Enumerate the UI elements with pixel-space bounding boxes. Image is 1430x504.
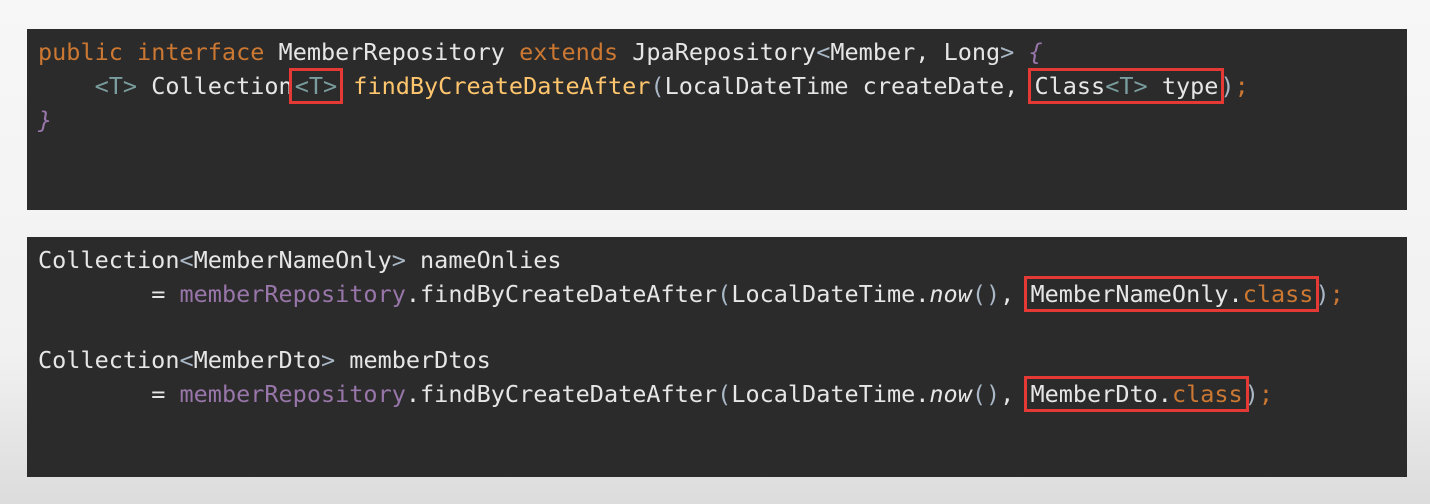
arg2-dot: . — [1228, 280, 1243, 308]
code-panel-repository-interface: public interface MemberRepository extend… — [27, 29, 1407, 210]
decl-close-angle: > — [320, 346, 336, 374]
arg1-dot: . — [915, 380, 930, 408]
code-panel-usage-examples: Collection<MemberNameOnly> nameOnlies = … — [27, 237, 1407, 477]
keyword-public: public — [38, 38, 123, 66]
decl-variable: memberDtos — [349, 346, 491, 374]
code-line-memberdtos-assignment: = memberRepository.findByCreateDateAfter… — [38, 376, 1407, 412]
repository-field: memberRepository — [179, 280, 406, 308]
method-name: findByCreateDateAfter — [353, 72, 651, 100]
arg2-class-keyword: class — [1242, 280, 1314, 308]
decl-close-angle: > — [391, 246, 406, 274]
decl-open-angle: < — [179, 346, 194, 374]
keyword-interface: interface — [137, 38, 265, 66]
generic-open-angle: < — [816, 38, 831, 66]
code-line-close-brace: } — [38, 103, 1407, 137]
highlighted-return-type-parameter: <T> — [288, 68, 344, 104]
generic-arg-long: Long — [943, 38, 1001, 66]
open-paren: ( — [717, 380, 732, 408]
super-interface-name: JpaRepository — [632, 38, 817, 66]
semicolon: ; — [1329, 280, 1344, 308]
equals-sign: = — [151, 380, 166, 408]
arg1-class: LocalDateTime — [731, 380, 916, 408]
arg-comma: , — [1000, 280, 1029, 308]
highlighted-class-literal: MemberDto.class — [1024, 376, 1249, 412]
arg2-class: MemberNameOnly — [1030, 280, 1229, 308]
param1-type: LocalDateTime — [664, 72, 849, 100]
decl-type: Collection — [38, 246, 180, 274]
arg2-dot: . — [1157, 380, 1172, 408]
arg-comma: , — [1000, 380, 1029, 408]
repository-field: memberRepository — [179, 380, 406, 408]
decl-type: Collection — [38, 346, 180, 374]
decl-variable: nameOnlies — [420, 246, 562, 274]
member-dot: . — [405, 280, 421, 308]
close-paren: ) — [1220, 72, 1235, 100]
generic-arg-member: Member — [830, 38, 916, 66]
call-method-name: findByCreateDateAfter — [420, 280, 718, 308]
code-line-nameonlies-assignment: = memberRepository.findByCreateDateAfter… — [38, 276, 1407, 312]
decl-open-angle: < — [179, 246, 194, 274]
equals-sign: = — [151, 280, 166, 308]
semicolon: ; — [1258, 380, 1274, 408]
highlighted-class-parameter: Class<T> type — [1028, 68, 1225, 104]
arg1-parens: () — [971, 380, 1001, 408]
param2-name: type — [1161, 72, 1219, 100]
code-line-interface-declaration: public interface MemberRepository extend… — [38, 35, 1407, 69]
open-paren: ( — [717, 280, 732, 308]
open-paren: ( — [650, 72, 665, 100]
open-brace: { — [1028, 38, 1043, 66]
param2-type-parameter: <T> — [1105, 72, 1148, 100]
arg1-parens: () — [971, 280, 1001, 308]
code-line-method-signature: <T> Collection<T> findByCreateDateAfter(… — [38, 68, 1407, 104]
highlighted-class-literal: MemberNameOnly.class — [1024, 276, 1320, 312]
interface-name: MemberRepository — [278, 38, 505, 66]
type-parameter-declaration: <T> — [94, 72, 138, 100]
call-method-name: findByCreateDateAfter — [420, 380, 718, 408]
close-paren: ) — [1244, 380, 1259, 408]
code-line-memberdtos-declaration: Collection<MemberDto> memberDtos — [38, 343, 1407, 377]
generic-comma: , — [915, 38, 944, 66]
close-brace: } — [38, 106, 53, 134]
semicolon: ; — [1234, 72, 1249, 100]
member-dot: . — [405, 380, 421, 408]
code-line-nameonlies-declaration: Collection<MemberNameOnly> nameOnlies — [38, 243, 1407, 277]
param2-type: Class — [1034, 72, 1106, 100]
return-type-collection: Collection — [151, 72, 293, 100]
generic-close-angle: > — [1000, 38, 1015, 66]
decl-type-arg: MemberDto — [193, 346, 321, 374]
arg1-dot: . — [915, 280, 930, 308]
arg1-class: LocalDateTime — [731, 280, 916, 308]
arg2-class: MemberDto — [1030, 380, 1158, 408]
keyword-extends: extends — [519, 38, 619, 66]
param1-name: createDate — [862, 72, 1005, 100]
decl-type-arg: MemberNameOnly — [193, 246, 392, 274]
arg2-class-keyword: class — [1171, 380, 1243, 408]
close-paren: ) — [1315, 280, 1330, 308]
arg1-method-now: now — [929, 380, 972, 408]
arg1-method-now: now — [929, 280, 972, 308]
param-comma: , — [1004, 72, 1033, 100]
